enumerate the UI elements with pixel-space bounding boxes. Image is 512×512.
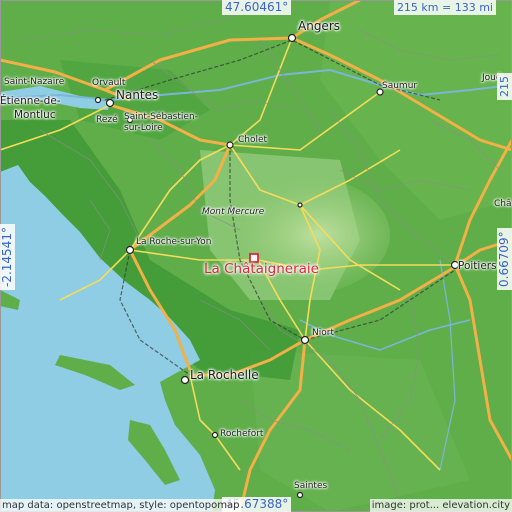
city-label-nantes[interactable]: Nantes xyxy=(116,89,158,101)
scale-vertical-label: 215 km = 133 mi xyxy=(497,73,512,100)
map-credit: map data: openstreetmap, style: opentopo… xyxy=(0,499,242,512)
city-label-angers[interactable]: Angers xyxy=(298,20,340,32)
city-label-orvault[interactable]: Orvault xyxy=(92,79,125,88)
city-label-saumur[interactable]: Saumur xyxy=(382,82,417,91)
scale-horizontal-label: 215 km = 133 mi xyxy=(393,0,496,15)
city-label-chatellerault[interactable]: Châ xyxy=(494,200,512,209)
city-label-cholet[interactable]: Cholet xyxy=(238,136,267,145)
longitude-right-label: 0.66709° xyxy=(497,228,512,290)
city-label-poitiers[interactable]: Poitiers xyxy=(458,261,497,272)
map-view[interactable]: Angers Saint-Nazaire Orvault Nantes Étie… xyxy=(0,0,512,512)
longitude-left-label: -2.14541° xyxy=(0,224,15,290)
city-label-saintes[interactable]: Saintes xyxy=(294,482,327,491)
city-label-etienne-de[interactable]: Étienne-de- xyxy=(0,96,61,107)
city-label-saint-nazaire[interactable]: Saint-Nazaire xyxy=(4,78,64,87)
city-label-niort[interactable]: Niort xyxy=(312,329,334,338)
city-label-montluc[interactable]: Montluc xyxy=(14,110,56,121)
city-label-saint-sebastien[interactable]: Saint-Sébastien- xyxy=(124,113,198,122)
city-label-la-rochelle[interactable]: La Rochelle xyxy=(190,369,259,381)
latitude-top-label: 47.60461° xyxy=(222,0,292,15)
place-name-label[interactable]: La Châtaigneraie xyxy=(204,262,319,277)
city-label-rochefort[interactable]: Rochefort xyxy=(220,430,263,439)
city-label-sur-loire[interactable]: sur-Loire xyxy=(124,124,163,133)
peak-label-mont-mercure[interactable]: Mont Mercure xyxy=(202,208,264,217)
city-label-reze[interactable]: Rezé xyxy=(96,116,118,125)
city-label-la-roche-sur-yon[interactable]: La Roche-sur-Yon xyxy=(136,238,211,247)
image-credit: image: prot... elevation.city xyxy=(369,499,512,512)
